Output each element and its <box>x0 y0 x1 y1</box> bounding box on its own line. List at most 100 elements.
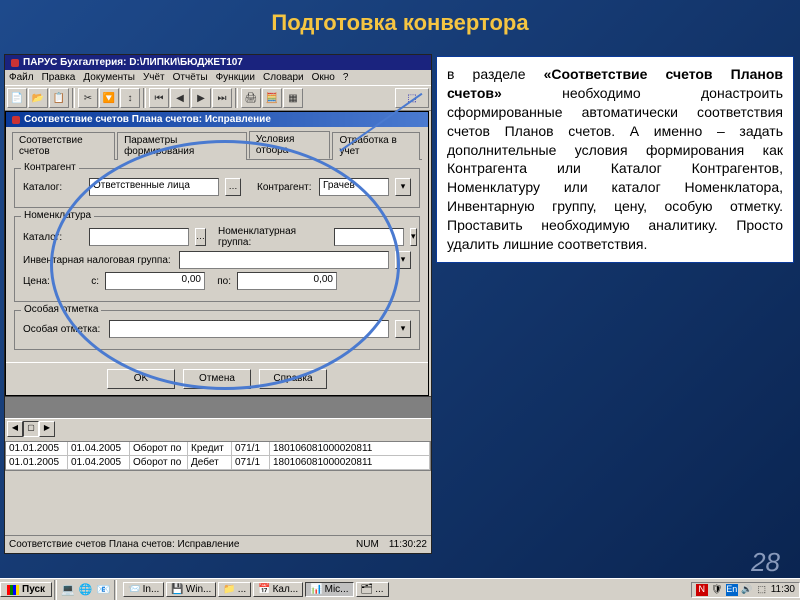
menu-reports[interactable]: Отчёты <box>173 72 208 83</box>
menu-documents[interactable]: Документы <box>83 72 135 83</box>
status-num: NUM <box>356 539 379 550</box>
windows-flag-icon <box>7 585 19 595</box>
table-row: 01.01.2005 01.04.2005 Оборот по Дебет 07… <box>6 456 430 470</box>
tb-sep-task2 <box>114 580 117 600</box>
task-item[interactable]: 📅Кал... <box>253 582 303 597</box>
hscroll[interactable]: ◀ ▢ ▶ <box>5 418 431 439</box>
dialog: Соответствие счетов Плана счетов: Исправ… <box>5 111 429 396</box>
status-text: Соответствие счетов Плана счетов: Исправ… <box>9 539 239 550</box>
tray-icon[interactable]: ⬚ <box>756 584 768 596</box>
tb-next-icon[interactable]: ▶ <box>191 88 211 108</box>
group-kontragent: Каталог: Ответственные лица … Контрагент… <box>14 168 420 208</box>
field-nkatalog[interactable] <box>89 228 189 246</box>
dialog-buttons: OK Отмена Справка <box>6 362 428 395</box>
menu-functions[interactable]: Функции <box>216 72 255 83</box>
menu-account[interactable]: Учёт <box>143 72 165 83</box>
tb-sep2 <box>143 88 146 108</box>
system-tray[interactable]: N 🛡 En 🔊 ⬚ 11:30 <box>691 582 800 598</box>
menu-file[interactable]: Файл <box>9 72 34 83</box>
app-title: ПАРУС Бухгалтерия: D:\ЛИПКИ\БЮДЖЕТ107 <box>23 57 243 68</box>
tray-clock[interactable]: 11:30 <box>771 584 795 595</box>
menu-edit[interactable]: Правка <box>42 72 76 83</box>
group-nomen: Каталог: … Номенклатурная группа: ▾ Инве… <box>14 216 420 302</box>
tab-filter[interactable]: Условия отбора <box>249 131 331 159</box>
dialog-title: Соответствие счетов Плана счетов: Исправ… <box>24 114 271 125</box>
field-ngroup[interactable] <box>334 228 404 246</box>
field-katalog[interactable]: Ответственные лица <box>89 178 219 196</box>
btn-katalog-lookup[interactable]: … <box>225 178 241 196</box>
field-inv[interactable] <box>179 251 389 269</box>
toolbar: 📄 📂 📋 ✂ 🔽 ↕ ⏮ ◀ ▶ ⏭ 🖨 🧮 ▦ ⬚ <box>5 85 431 111</box>
tray-icon[interactable]: N <box>696 584 708 596</box>
btn-kontragent-dd[interactable]: ▾ <box>395 178 411 196</box>
tb-print-icon[interactable]: 🖨 <box>241 88 261 108</box>
scroll-right-icon[interactable]: ▶ <box>39 421 55 437</box>
tb-calc-icon[interactable]: 🧮 <box>262 88 282 108</box>
lbl-price: Цена: <box>23 276 53 287</box>
tb-sep <box>72 88 75 108</box>
btn-mark-dd[interactable]: ▾ <box>395 320 411 338</box>
lbl-from: с: <box>59 276 99 287</box>
tb-prev-icon[interactable]: ◀ <box>170 88 190 108</box>
field-price-from[interactable]: 0,00 <box>105 272 205 290</box>
quicklaunch-icon[interactable]: 🌐 <box>77 583 95 596</box>
lbl-nkatalog: Каталог: <box>23 232 83 243</box>
menu-dictionaries[interactable]: Словари <box>263 72 304 83</box>
menu-window[interactable]: Окно <box>312 72 335 83</box>
lbl-katalog: Каталог: <box>23 182 83 193</box>
start-button[interactable]: Пуск <box>0 582 52 597</box>
tb-copy-icon[interactable]: 📋 <box>49 88 69 108</box>
app-titlebar: ПАРУС Бухгалтерия: D:\ЛИПКИ\БЮДЖЕТ107 <box>5 55 431 70</box>
task-list: 📨In... 💾Win... 📁... 📅Кал... 📊Mic... 🗂... <box>123 582 691 597</box>
task-item[interactable]: 📁... <box>218 582 251 597</box>
tb-sep-task <box>54 580 57 600</box>
task-item[interactable]: 🗂... <box>356 582 389 597</box>
task-item[interactable]: 📨In... <box>123 582 164 597</box>
lbl-ngroup: Номенклатурная группа: <box>218 226 328 248</box>
scroll-left-icon[interactable]: ◀ <box>7 421 23 437</box>
data-table[interactable]: 01.01.2005 01.04.2005 Оборот по Кредит 0… <box>5 441 431 471</box>
explanation-box: в разделе «Соответствие счетов Планов сч… <box>436 56 794 263</box>
tb-grid-icon[interactable]: ▦ <box>283 88 303 108</box>
ok-button[interactable]: OK <box>107 369 175 389</box>
lbl-inv: Инвентарная налоговая группа: <box>23 255 173 266</box>
menubar[interactable]: Файл Правка Документы Учёт Отчёты Функци… <box>5 70 431 85</box>
field-mark[interactable] <box>109 320 389 338</box>
field-kontragent[interactable]: Грачев <box>319 178 389 196</box>
group-mark: Особая отметка: ▾ <box>14 310 420 350</box>
tray-icon[interactable]: 🛡 <box>711 584 723 596</box>
btn-nkatalog-lookup[interactable]: … <box>195 228 206 246</box>
tb-filter-icon[interactable]: 🔽 <box>99 88 119 108</box>
task-item[interactable]: 💾Win... <box>166 582 216 597</box>
cancel-button[interactable]: Отмена <box>183 369 251 389</box>
lbl-to: по: <box>211 276 231 287</box>
dialog-titlebar: Соответствие счетов Плана счетов: Исправ… <box>6 112 428 127</box>
tb-last-icon[interactable]: ⏭ <box>212 88 232 108</box>
btn-inv-dd[interactable]: ▾ <box>395 251 411 269</box>
tb-sep3 <box>235 88 238 108</box>
tb-first-icon[interactable]: ⏮ <box>149 88 169 108</box>
lbl-mark: Особая отметка: <box>23 324 103 335</box>
taskbar[interactable]: Пуск 💻 🌐 📧 📨In... 💾Win... 📁... 📅Кал... 📊… <box>0 578 800 600</box>
table-row: 01.01.2005 01.04.2005 Оборот по Кредит 0… <box>6 442 430 456</box>
quicklaunch-icon[interactable]: 📧 <box>94 583 112 596</box>
help-button[interactable]: Справка <box>259 369 327 389</box>
scroll-thumb[interactable]: ▢ <box>23 421 39 437</box>
tb-new-icon[interactable]: 📄 <box>7 88 27 108</box>
tb-open-icon[interactable]: 📂 <box>28 88 48 108</box>
field-price-to[interactable]: 0,00 <box>237 272 337 290</box>
tb-cut-icon[interactable]: ✂ <box>78 88 98 108</box>
tab-params[interactable]: Параметры формирования <box>117 132 247 160</box>
tab-correspondence[interactable]: Соответствие счетов <box>12 132 115 160</box>
quicklaunch-icon[interactable]: 💻 <box>59 583 77 596</box>
page-number: 28 <box>751 547 780 578</box>
tb-sort-icon[interactable]: ↕ <box>120 88 140 108</box>
tray-lang-icon[interactable]: En <box>726 584 738 596</box>
menu-help[interactable]: ? <box>343 72 349 83</box>
task-item[interactable]: 📊Mic... <box>305 582 353 597</box>
tray-icon[interactable]: 🔊 <box>741 584 753 596</box>
btn-ngroup-dd[interactable]: ▾ <box>410 228 417 246</box>
status-time: 11:30:22 <box>389 539 427 550</box>
lbl-kontragent: Контрагент: <box>257 182 313 193</box>
gray-strip <box>5 396 431 418</box>
